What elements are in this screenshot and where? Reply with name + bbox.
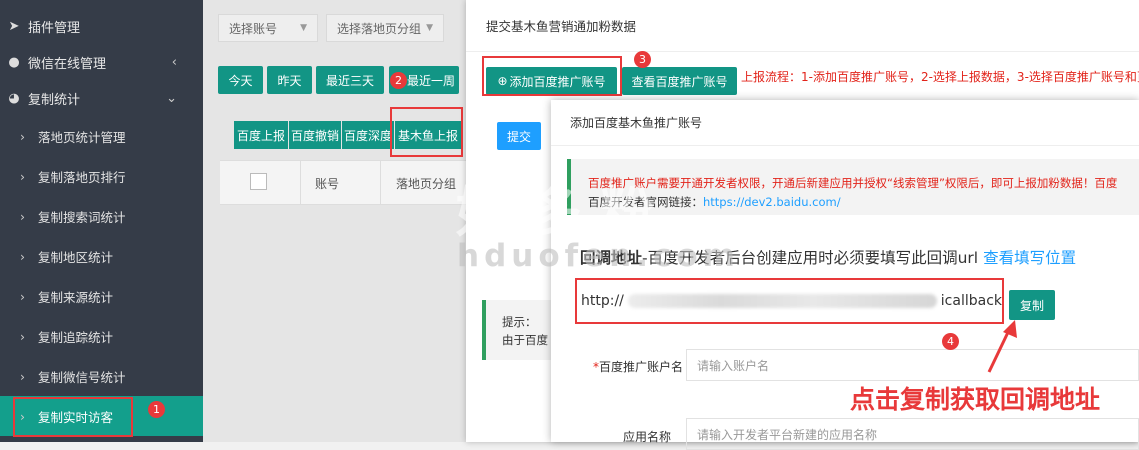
sidebar-item-wechat-online[interactable]: ● 微信在线管理 ‹	[0, 42, 203, 82]
table-divider	[380, 160, 381, 205]
dialog-title: 提交基木鱼营销通加粉数据	[466, 0, 1139, 52]
sidebar-sub-tracking-stats[interactable]: › 复制追踪统计	[0, 316, 203, 356]
highlight-box-step2	[390, 107, 463, 157]
highlight-box-step1	[13, 397, 133, 437]
table-divider	[300, 160, 301, 205]
chevron-right-icon: ›	[20, 248, 25, 264]
highlight-box-step3	[482, 56, 622, 96]
step-badge-4: 4	[942, 333, 959, 350]
report-flow-text: 上报流程：1-添加百度推广账号，2-选择上报数据，3-选择百度推广账号和页	[741, 70, 1139, 84]
caret-down-icon: ▼	[300, 23, 307, 33]
baidu-report-button[interactable]: 百度上报	[234, 121, 288, 149]
tip-box: 提示： 由于百度	[482, 300, 551, 360]
sidebar-item-copy-stats[interactable]: ◕ 复制统计 ⌄	[0, 78, 203, 118]
account-name-label: *百度推广账户名	[592, 360, 683, 374]
arrow-pointer-icon	[987, 320, 1017, 373]
watermark: 好多粉	[456, 181, 672, 244]
chevron-right-icon: ›	[20, 168, 25, 184]
sidebar-sub-landing-stats[interactable]: › 落地页统计管理	[0, 116, 203, 156]
caret-down-icon: ▼	[426, 23, 433, 33]
submit-button[interactable]: 提交	[497, 122, 541, 150]
date-today-button[interactable]: 今天	[218, 66, 263, 94]
sidebar-item-plugin-manage[interactable]: ➤ 插件管理	[0, 6, 203, 46]
landing-group-select[interactable]: 选择落地页分组 ▼	[326, 14, 444, 42]
view-fill-position-link[interactable]: 查看填写位置	[983, 249, 1076, 267]
chevron-right-icon: ›	[20, 208, 25, 224]
chevron-left-icon: ‹	[171, 54, 177, 70]
step-badge-2: 2	[390, 72, 407, 89]
copy-button[interactable]: 复制	[1009, 290, 1055, 320]
app-name-label: 应用名称	[622, 430, 671, 444]
sidebar-sub-keyword-stats[interactable]: › 复制搜索词统计	[0, 196, 203, 236]
select-all-checkbox[interactable]	[250, 173, 267, 190]
baidu-deep-button[interactable]: 百度深度	[342, 121, 394, 149]
dialog-title: 添加百度基木鱼推广账号	[551, 100, 1139, 146]
baidu-dev-link[interactable]: https://dev2.baidu.com/	[703, 195, 841, 209]
blurred-url	[627, 294, 937, 308]
step-badge-3: 3	[634, 51, 651, 68]
table-col-account: 账号	[315, 177, 340, 191]
table-col-landing-group: 落地页分组	[396, 177, 457, 191]
wechat-icon: ●	[8, 54, 20, 70]
watermark-domain: hduofen.com	[457, 238, 740, 274]
chevron-right-icon: ›	[20, 328, 25, 344]
sidebar-sub-wechat-id-stats[interactable]: › 复制微信号统计	[0, 356, 203, 396]
view-baidu-account-button[interactable]: 查看百度推广账号	[622, 67, 737, 95]
account-name-input[interactable]: 请输入账户名	[686, 349, 1139, 381]
date-last3days-button[interactable]: 最近三天	[316, 66, 384, 94]
chevron-down-icon: ⌄	[166, 90, 177, 106]
callback-url-field[interactable]: http:// icallback	[575, 278, 1004, 324]
send-icon: ➤	[8, 18, 20, 34]
step-badge-1: 1	[148, 401, 165, 418]
pie-chart-icon: ◕	[8, 90, 20, 106]
account-select[interactable]: 选择账号 ▼	[218, 14, 318, 42]
chevron-right-icon: ›	[20, 128, 25, 144]
chevron-right-icon: ›	[20, 368, 25, 384]
app-name-input[interactable]: 请输入开发者平台新建的应用名称	[686, 418, 1139, 450]
sidebar-sub-source-stats[interactable]: › 复制来源统计	[0, 276, 203, 316]
sidebar-sub-landing-rank[interactable]: › 复制落地页排行	[0, 156, 203, 196]
chevron-right-icon: ›	[20, 288, 25, 304]
callout-text: 点击复制获取回调地址	[850, 385, 1101, 414]
baidu-revoke-button[interactable]: 百度撤销	[289, 121, 341, 149]
date-yesterday-button[interactable]: 昨天	[267, 66, 312, 94]
sidebar: ➤ 插件管理 ● 微信在线管理 ‹ ◕ 复制统计 ⌄ › 落地页统计管理 › 复…	[0, 0, 203, 442]
sidebar-sub-region-stats[interactable]: › 复制地区统计	[0, 236, 203, 276]
